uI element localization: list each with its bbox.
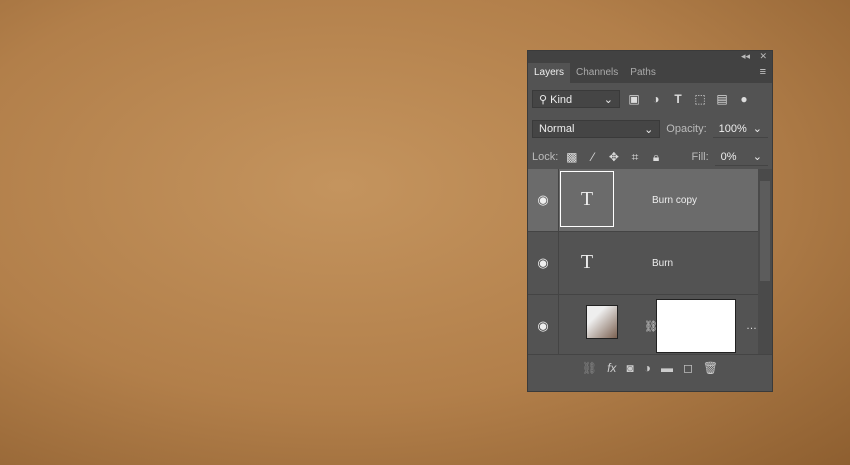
visibility-eye-icon[interactable]: ◉: [528, 232, 559, 294]
scrollbar[interactable]: [758, 169, 772, 355]
link-layers-icon[interactable]: ⛓: [582, 361, 597, 375]
blend-mode-select[interactable]: Normal ⌄: [532, 120, 661, 138]
filter-toggle[interactable]: ●: [736, 92, 752, 106]
image-filter-icon[interactable]: ▣: [626, 92, 642, 106]
visibility-eye-icon[interactable]: ◉: [528, 169, 559, 231]
add-mask-icon[interactable]: ◙: [626, 361, 633, 375]
adjustment-filter-icon[interactable]: ◑: [648, 92, 664, 106]
shape-filter-icon[interactable]: ⬚: [692, 92, 708, 106]
search-icon: ⚲: [539, 93, 548, 106]
layers-list: ◉ T Burn copy ◉ T Burn ◉ ⛓ …: [528, 169, 758, 355]
collapse-icon[interactable]: ◂◂: [741, 51, 750, 62]
lock-all-icon[interactable]: 🔒︎: [648, 150, 663, 165]
visibility-eye-icon[interactable]: ◉: [528, 295, 559, 355]
fx-icon[interactable]: fx: [607, 361, 616, 375]
tab-channels[interactable]: Channels: [570, 63, 624, 83]
chevron-down-icon: ⌄: [603, 93, 613, 106]
type-filter-icon[interactable]: T: [670, 92, 686, 106]
fill-input[interactable]: 0% ⌄: [714, 148, 769, 166]
adjustment-layer-icon[interactable]: ◑: [644, 361, 651, 375]
tab-layers[interactable]: Layers: [528, 63, 571, 83]
smart-object-filter-icon[interactable]: ▤: [714, 92, 730, 106]
lock-position-move-icon[interactable]: ✥: [606, 150, 621, 164]
lock-artboard-icon[interactable]: ⌗: [627, 150, 642, 165]
filter-kind-select[interactable]: ⚲ Kind ⌄: [532, 90, 620, 108]
delete-trash-icon[interactable]: 🗑︎: [703, 361, 718, 375]
opacity-input[interactable]: 100% ⌄: [712, 120, 768, 138]
lock-paint-brush-icon[interactable]: ⁄: [585, 150, 600, 164]
tab-paths[interactable]: Paths: [624, 63, 662, 83]
layer-row[interactable]: ◉ T Burn: [528, 232, 758, 295]
layer-row[interactable]: ◉ T Burn copy: [528, 169, 758, 232]
text-layer-thumbnail: T: [580, 250, 594, 273]
layer-mask-thumbnail: [656, 299, 736, 353]
gradient-fill-thumbnail: [586, 305, 618, 339]
new-layer-icon[interactable]: ◻: [683, 361, 693, 375]
close-icon[interactable]: ✕: [759, 51, 767, 62]
layer-row[interactable]: ◉ ⛓ …: [528, 295, 758, 355]
text-layer-thumbnail: T: [560, 171, 614, 227]
panel-menu-icon[interactable]: ≡: [760, 66, 766, 78]
fill-label: Fill:: [691, 151, 709, 163]
group-folder-icon[interactable]: ▬: [661, 361, 673, 375]
lock-label: Lock:: [532, 151, 559, 163]
opacity-label: Opacity:: [666, 123, 707, 135]
lock-transparent-icon[interactable]: ▩: [564, 150, 579, 164]
layers-panel: ◂◂ ✕ Layers Channels Paths ≡ ⚲ Kind ⌄ ▣ ◑ …: [527, 50, 773, 392]
